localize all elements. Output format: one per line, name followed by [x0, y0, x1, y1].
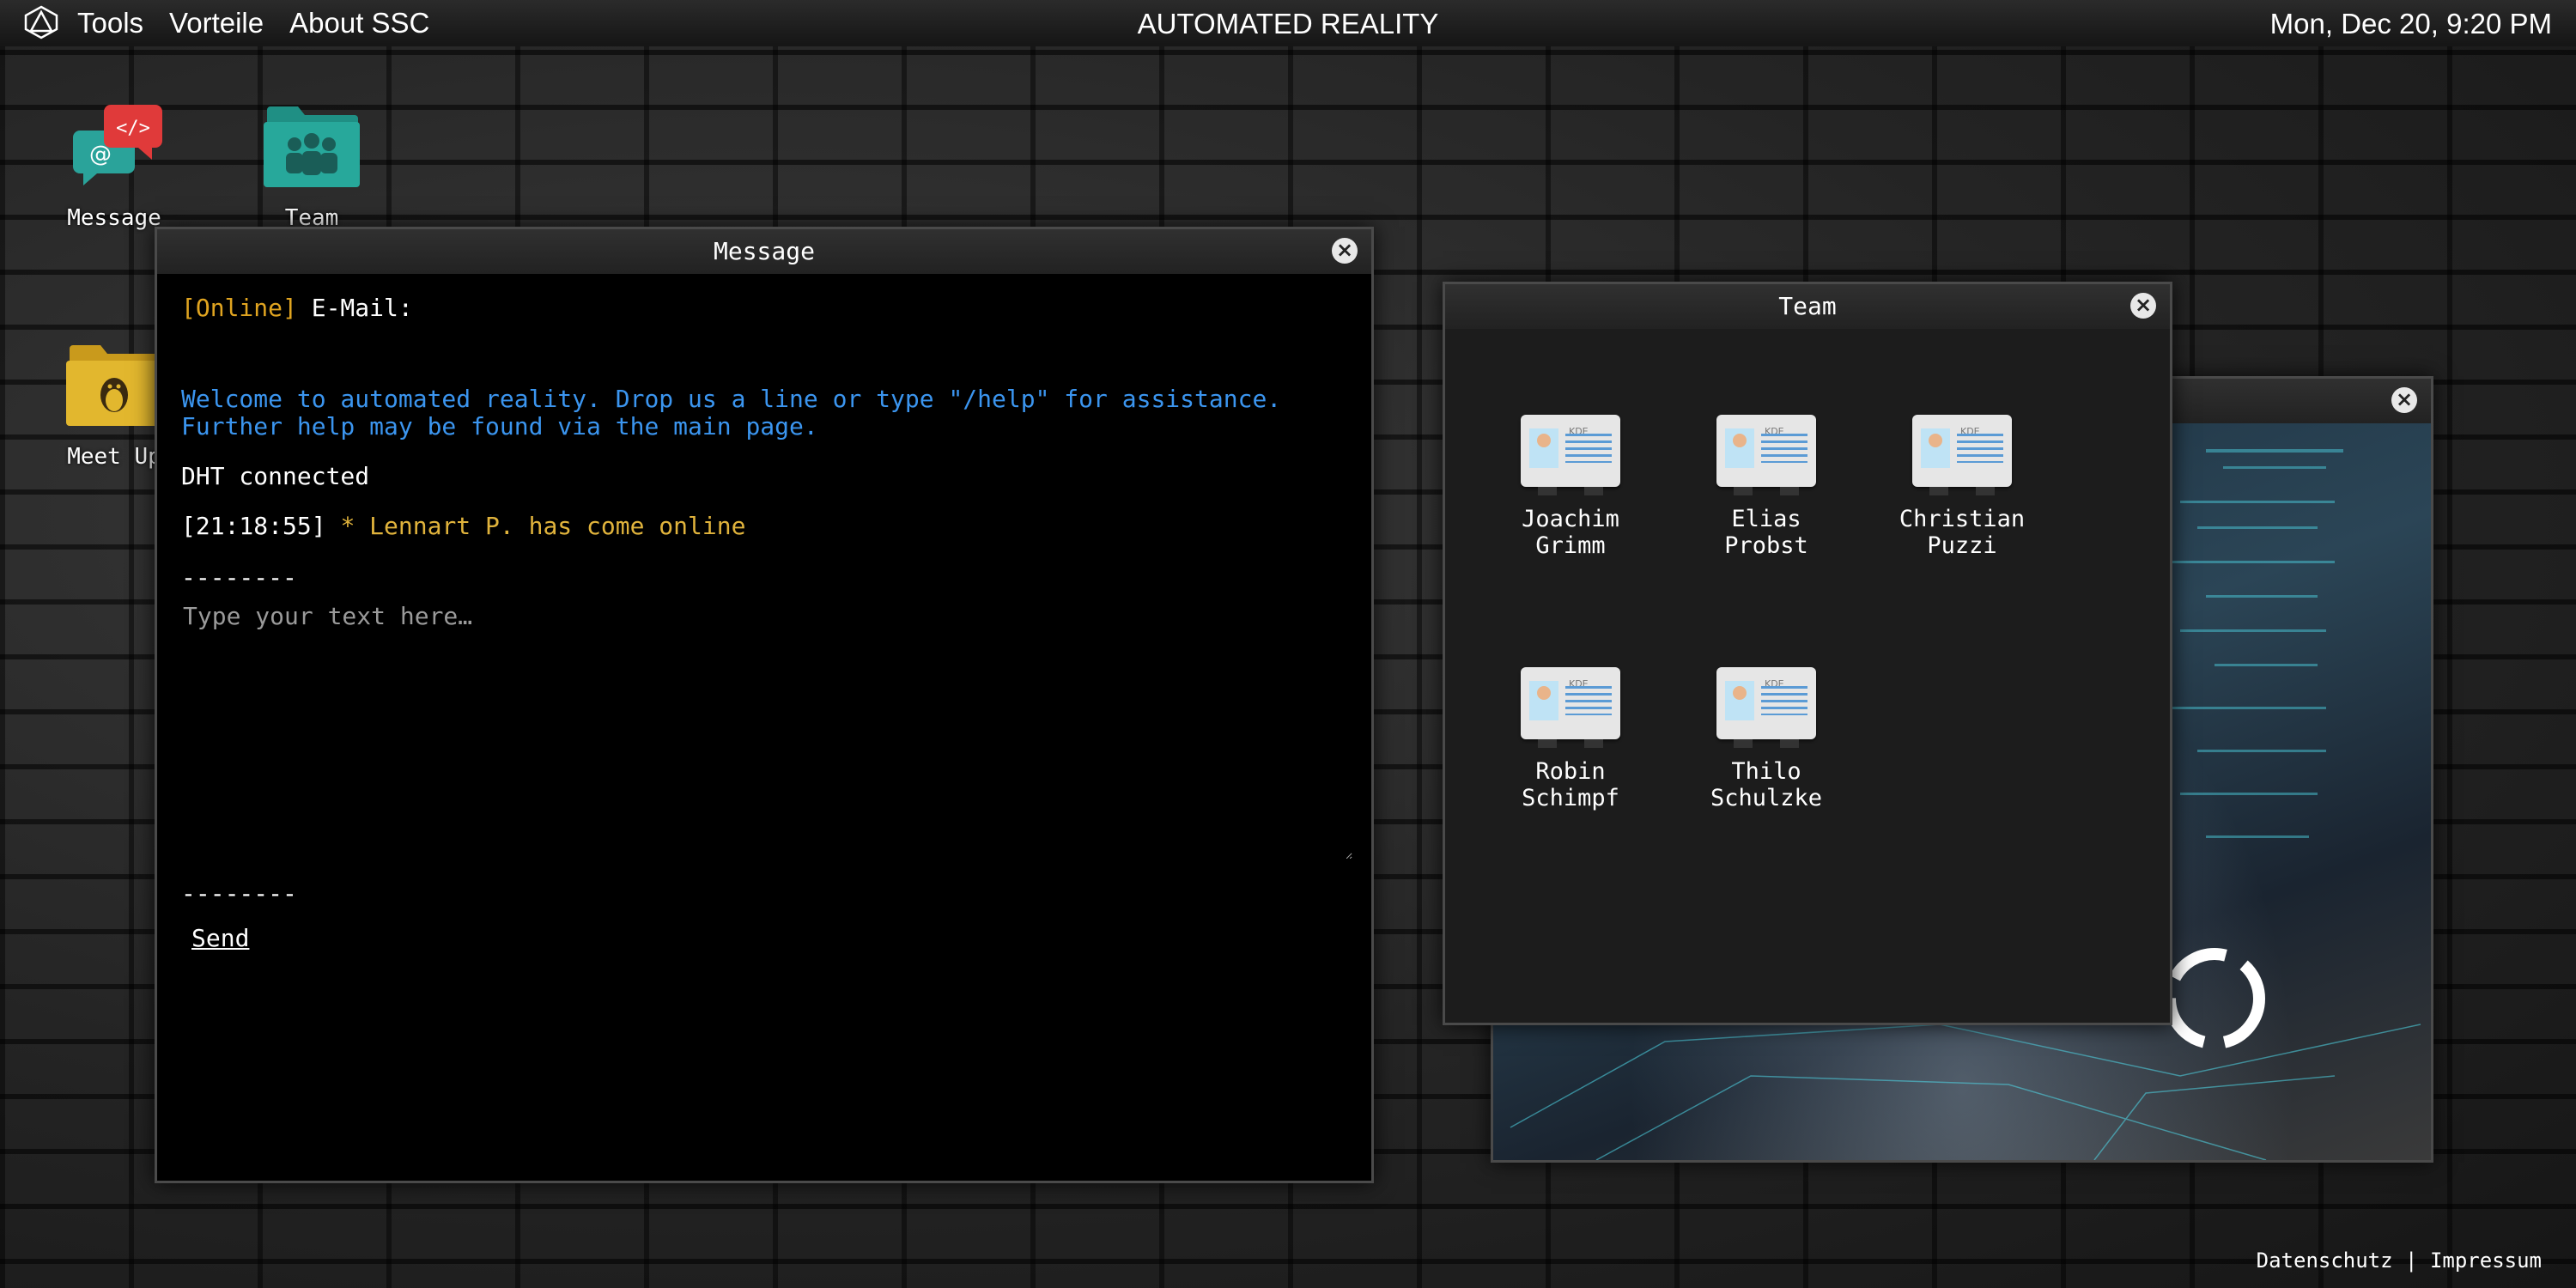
- status-badge: [Online]: [181, 294, 297, 322]
- member-first-name: Robin: [1535, 758, 1606, 785]
- id-card-icon: KDE: [1912, 415, 2012, 495]
- email-label: E-Mail:: [311, 294, 413, 322]
- member-last-name: Schulzke: [1710, 785, 1823, 811]
- team-member-card[interactable]: KDE Joachim Grimm: [1485, 415, 1656, 559]
- clock: Mon, Dec 20, 9:20 PM: [2269, 8, 2552, 39]
- member-first-name: Thilo: [1731, 758, 1801, 785]
- team-member-card[interactable]: KDE Elias Probst: [1680, 415, 1852, 559]
- id-card-icon: KDE: [1716, 667, 1816, 748]
- close-icon[interactable]: ×: [2391, 387, 2417, 413]
- member-last-name: Schimpf: [1522, 785, 1619, 811]
- message-window-title: Message: [713, 237, 815, 265]
- footer: Datenschutz | Impressum: [2257, 1249, 2542, 1273]
- svg-text:</>: </>: [116, 118, 150, 139]
- log-timestamp: [21:18:55]: [181, 512, 326, 540]
- id-card-icon: KDE: [1521, 415, 1620, 495]
- separator: --------: [181, 879, 297, 908]
- team-window[interactable]: Team × KDE Joachim Grimm KDE Elias Probs…: [1443, 282, 2172, 1025]
- privacy-link[interactable]: Datenschutz: [2257, 1249, 2393, 1273]
- app-logo-icon[interactable]: [22, 5, 60, 39]
- desktop-icon-team[interactable]: Team: [247, 100, 376, 231]
- close-icon[interactable]: ×: [2130, 293, 2156, 319]
- top-bar: Tools Vorteile About SSC AUTOMATED REALI…: [0, 0, 2576, 46]
- team-member-card[interactable]: KDE Christian Puzzi: [1876, 415, 2048, 559]
- footer-divider: |: [2405, 1249, 2418, 1273]
- team-window-title: Team: [1778, 292, 1837, 320]
- message-window-header[interactable]: Message ×: [157, 229, 1371, 274]
- team-member-card[interactable]: KDE Robin Schimpf: [1485, 667, 1656, 811]
- member-first-name: Elias: [1731, 506, 1801, 532]
- member-first-name: Joachim: [1522, 506, 1619, 532]
- member-last-name: Probst: [1724, 532, 1808, 559]
- id-card-icon: KDE: [1521, 667, 1620, 748]
- member-last-name: Grimm: [1535, 532, 1606, 559]
- separator: --------: [181, 563, 297, 592]
- message-window[interactable]: Message × [Online] E-Mail: Welcome to au…: [155, 227, 1374, 1183]
- chat-code-icon: @ </>: [73, 105, 162, 185]
- welcome-message: Welcome to automated reality. Drop us a …: [181, 385, 1282, 440]
- id-card-icon: KDE: [1716, 415, 1816, 495]
- message-log: [Online] E-Mail: Welcome to automated re…: [157, 274, 1371, 973]
- team-window-header[interactable]: Team ×: [1445, 284, 2170, 329]
- team-folder-icon: [264, 106, 360, 187]
- desktop-icon-message[interactable]: @ </> Message: [50, 100, 179, 231]
- log-event: * Lennart P. has come online: [340, 512, 746, 540]
- team-member-card[interactable]: KDE Thilo Schulzke: [1680, 667, 1852, 811]
- main-menu: Tools Vorteile About SSC: [77, 0, 429, 46]
- penguin-folder-icon: [66, 345, 162, 426]
- menu-item-tools[interactable]: Tools: [77, 7, 143, 39]
- imprint-link[interactable]: Impressum: [2430, 1249, 2542, 1273]
- member-last-name: Puzzi: [1927, 532, 1997, 559]
- member-first-name: Christian: [1899, 506, 2026, 532]
- message-input[interactable]: [181, 602, 1352, 860]
- dht-status: DHT connected: [181, 462, 370, 490]
- menu-item-vorteile[interactable]: Vorteile: [169, 7, 264, 39]
- send-button[interactable]: Send: [191, 924, 249, 952]
- menu-item-about[interactable]: About SSC: [289, 7, 429, 39]
- close-icon[interactable]: ×: [1332, 238, 1358, 264]
